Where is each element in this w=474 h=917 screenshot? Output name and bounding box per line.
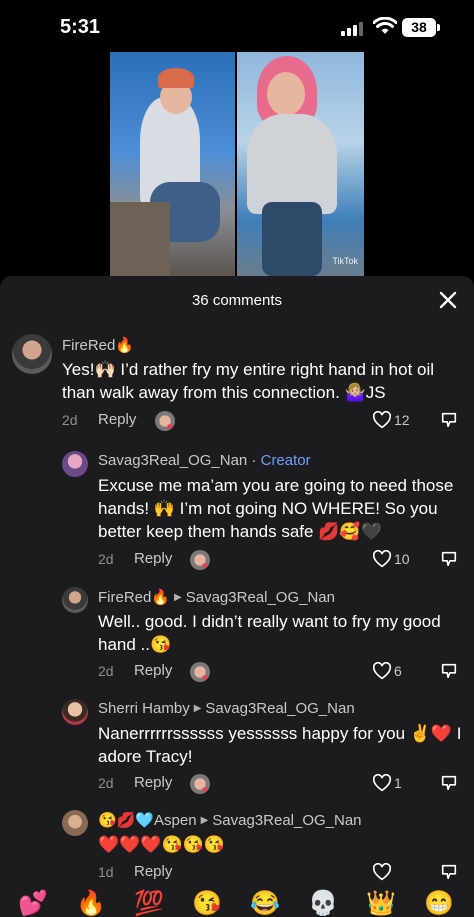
comment-text: ❤️❤️❤️😘😘😘 xyxy=(98,835,226,854)
battery-icon: 38 xyxy=(402,18,436,37)
reply-button[interactable]: Reply xyxy=(98,411,136,428)
username-text[interactable]: Sherri Hamby xyxy=(98,700,190,717)
comment-username[interactable]: Sherri Hamby ▶ Savag3Real_OG_Nan xyxy=(98,700,355,717)
reply-button[interactable]: Reply xyxy=(134,774,172,791)
emoji-fire[interactable]: 🔥 xyxy=(76,890,106,917)
avatar[interactable] xyxy=(62,451,88,477)
creator-badge: Creator xyxy=(260,452,311,469)
reply-arrow-icon: ▶ xyxy=(174,592,182,603)
emoji-grin[interactable]: 😁 xyxy=(424,890,454,917)
dislike-icon[interactable] xyxy=(440,774,458,792)
dislike-icon[interactable] xyxy=(440,411,458,429)
wifi-icon xyxy=(373,17,397,34)
reply-button[interactable]: Reply xyxy=(134,550,172,567)
emoji-skull[interactable]: 💀 xyxy=(308,890,338,917)
like-count: 1 xyxy=(394,775,402,791)
like-heart-icon[interactable] xyxy=(372,550,392,568)
battery-tip xyxy=(437,24,440,31)
username-text[interactable]: FireRed🔥 xyxy=(98,589,170,606)
like-count: 6 xyxy=(394,663,402,679)
close-icon[interactable] xyxy=(436,288,460,312)
reply-to-user[interactable]: Savag3Real_OG_Nan xyxy=(205,700,354,717)
comment-username[interactable]: FireRed🔥 xyxy=(62,336,134,354)
comment-age: 2d xyxy=(98,775,114,791)
emoji-tears-of-joy[interactable]: 😂 xyxy=(250,890,280,917)
like-heart-icon[interactable] xyxy=(372,411,392,429)
comment-age: 1d xyxy=(98,864,114,880)
quick-emoji-bar: 💕 🔥 💯 😘 😂 💀 👑 😁 xyxy=(0,888,474,917)
avatar[interactable] xyxy=(12,334,52,374)
video-left-pane xyxy=(110,52,235,276)
reply-arrow-icon: ▶ xyxy=(200,815,209,826)
reply-to-user[interactable]: Savag3Real_OG_Nan xyxy=(186,589,335,606)
creator-liked-heart-icon: ♥ xyxy=(202,561,208,572)
reply-arrow-icon: ▶ xyxy=(193,703,202,714)
video-preview[interactable]: TikTok xyxy=(110,52,364,276)
emoji-crown[interactable]: 👑 xyxy=(366,890,396,917)
emoji-two-hearts[interactable]: 💕 xyxy=(18,890,48,917)
avatar[interactable] xyxy=(62,587,88,613)
comment-text: Nanerrrrrrssssss yessssss happy for you … xyxy=(98,724,462,766)
dislike-icon[interactable] xyxy=(440,863,458,881)
username-text[interactable]: Savag3Real_OG_Nan xyxy=(98,452,247,469)
person-face xyxy=(267,72,305,116)
comment-age: 2d xyxy=(62,412,78,428)
cellular-signal-icon xyxy=(341,20,365,36)
comment-username[interactable]: Savag3Real_OG_Nan · Creator xyxy=(98,452,311,469)
comments-count-title: 36 comments xyxy=(191,292,283,309)
deck xyxy=(110,202,170,276)
username-text[interactable]: 😘💋🩵Aspen xyxy=(98,812,197,829)
status-bar: 5:31 38 xyxy=(0,0,474,56)
status-time: 5:31 xyxy=(60,16,101,38)
like-heart-icon[interactable] xyxy=(372,774,392,792)
comment-text: Excuse me ma’am you are going to need th… xyxy=(98,476,454,541)
avatar[interactable] xyxy=(62,699,88,725)
comment-username[interactable]: FireRed🔥 ▶ Savag3Real_OG_Nan xyxy=(98,588,335,606)
separator: · xyxy=(247,452,261,469)
comment-age: 2d xyxy=(98,551,114,567)
reply-button[interactable]: Reply xyxy=(134,863,172,880)
comment-username[interactable]: 😘💋🩵Aspen ▶ Savag3Real_OG_Nan xyxy=(98,811,362,829)
like-count: 12 xyxy=(394,412,410,428)
comment-age: 2d xyxy=(98,663,114,679)
emoji-kiss-face[interactable]: 😘 xyxy=(192,890,222,917)
comment-text: Yes!🙌🏻 I’d rather fry my entire right ha… xyxy=(62,360,435,402)
like-heart-icon[interactable] xyxy=(372,863,392,881)
cap xyxy=(158,68,194,88)
avatar[interactable] xyxy=(62,810,88,836)
creator-liked-heart-icon: ♥ xyxy=(202,673,208,684)
comment-text: Well.. good. I didn’t really want to fry… xyxy=(98,612,441,654)
tiktok-watermark: TikTok xyxy=(332,256,358,266)
reply-to-user[interactable]: Savag3Real_OG_Nan xyxy=(212,812,361,829)
dislike-icon[interactable] xyxy=(440,662,458,680)
like-count: 10 xyxy=(394,551,410,567)
like-heart-icon[interactable] xyxy=(372,662,392,680)
creator-liked-heart-icon: ♥ xyxy=(167,422,173,433)
creator-liked-heart-icon: ♥ xyxy=(202,785,208,796)
dislike-icon[interactable] xyxy=(440,550,458,568)
reply-button[interactable]: Reply xyxy=(134,662,172,679)
person-figure xyxy=(247,114,337,214)
jeans xyxy=(262,202,322,276)
emoji-hundred[interactable]: 💯 xyxy=(134,890,164,917)
video-right-pane: TikTok xyxy=(237,52,364,276)
